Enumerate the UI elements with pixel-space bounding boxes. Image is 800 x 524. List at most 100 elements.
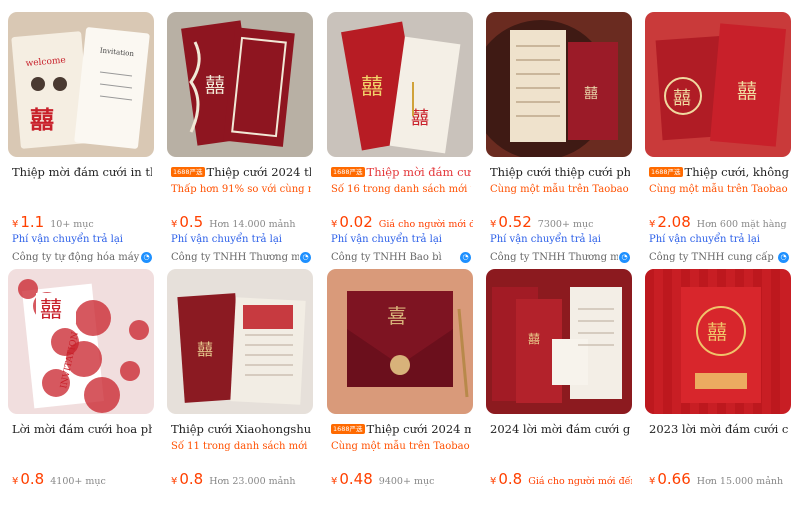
product-title-text: Thiệp mời đám cưới in thiệp [12,165,152,179]
product-title[interactable]: Thiệp mời đám cưới in thiệp [12,163,152,181]
product-card[interactable]: 囍INVITATION Lời mời đám cưới hoa phong ¥0.… [8,269,154,524]
return-shipping-label: Phí vận chuyển trả lại [649,234,760,245]
price-value: 0.8 [20,470,45,488]
svg-text:囍: 囍 [707,320,727,344]
price-value: 0.8 [179,470,204,488]
svg-text:囍: 囍 [528,332,540,346]
sales-count: Hơn 23.000 mảnh [209,476,296,487]
currency-symbol: ¥ [12,476,19,487]
seller-company[interactable]: Công ty TNHH Bao bì [331,250,459,266]
sales-count: 10+ mục [50,219,94,230]
seller-company[interactable]: Công ty TNHH cung cấp đồ [649,250,777,266]
product-card[interactable]: welcome Invitation 囍 Thiệp mời đám cưới in … [8,12,154,267]
product-card[interactable]: 囍 2024 lời mời đám cưới gấp ba ¥0.8 Giá cho… [486,269,632,524]
product-title-text: 2024 lời mời đám cưới gấp ba [490,422,630,436]
currency-symbol: ¥ [649,219,656,230]
product-image[interactable]: 囍 [486,12,632,157]
svg-text:囍: 囍 [30,106,54,134]
product-image[interactable]: 囍 [167,12,313,157]
sales-count: 4100+ mục [50,476,106,487]
sales-count: Giá cho người mới đến [378,219,473,230]
product-card[interactable]: 囍 Thiệp cưới Xiaohongshu cùn Số 11 trong d… [167,269,313,524]
product-highlight: Cùng một mẫu trên Taobao đã bán [649,184,789,195]
product-card[interactable]: 喜 1688严选Thiệp cưới 2024 mẫu t Cùng một mẫu… [327,269,473,524]
product-title-text: Thiệp cưới 2024 mẫu t [366,422,471,436]
price-value: 0.8 [498,470,523,488]
svg-text:囍: 囍 [197,340,213,359]
yanxuan-badge: 1688严选 [331,424,365,434]
product-grid: welcome Invitation 囍 Thiệp mời đám cưới in … [0,0,800,488]
product-image[interactable]: welcome Invitation 囍 [8,12,154,157]
seller-company[interactable]: Công ty tự động hóa máy móc [12,250,140,266]
product-title[interactable]: Lời mời đám cưới hoa phong [12,420,152,438]
product-title[interactable]: 2023 lời mời đám cưới cao cấ [649,420,789,438]
product-title-text: Thiệp cưới, không khí [684,165,789,179]
sales-count: Hơn 15.000 mảnh [696,476,784,487]
chat-icon[interactable]: ◔ [460,252,471,263]
yanxuan-badge: 1688严选 [171,167,205,177]
seller-company[interactable]: Công ty TNHH Thương mại [171,250,299,266]
svg-text:囍: 囍 [673,88,691,109]
product-image[interactable]: 喜 [327,269,473,414]
sales-count: Hơn 14.000 mảnh [209,219,296,230]
return-shipping-label: Phí vận chuyển trả lại [12,234,123,245]
product-title[interactable]: Thiệp cưới thiệp cưới phong c [490,163,630,181]
product-title[interactable]: 2024 lời mời đám cưới gấp ba [490,420,630,438]
sales-count: Giá cho người mới đến [528,476,632,487]
chat-icon[interactable]: ◔ [300,252,311,263]
product-image[interactable]: 囍囍 [645,12,791,157]
currency-symbol: ¥ [490,219,497,230]
product-card[interactable]: 囍囍 1688严选Thiệp mời đám cưới 2 Số 16 trong … [327,12,473,267]
chat-icon[interactable]: ◔ [619,252,630,263]
product-card[interactable]: 囍 2023 lời mời đám cưới cao cấ ¥0.66 Hơn 15… [645,269,791,524]
price-value: 2.08 [657,213,691,231]
price-value: 0.52 [498,213,532,231]
product-title-text: Thiệp cưới Xiaohongshu cùn [171,422,311,436]
currency-symbol: ¥ [490,476,497,487]
price-row: ¥0.52 7300+ mục [490,211,632,233]
product-image[interactable]: 囍 [486,269,632,414]
price-value: 1.1 [20,213,45,231]
currency-symbol: ¥ [331,476,338,487]
currency-symbol: ¥ [331,219,338,230]
product-title[interactable]: 1688严选Thiệp mời đám cưới 2 [331,163,471,181]
sales-count: 7300+ mục [537,219,594,230]
product-title[interactable]: Thiệp cưới Xiaohongshu cùn [171,420,311,438]
chat-icon[interactable]: ◔ [778,252,789,263]
product-highlight: Cùng một mẫu trên Taobao đã bán [490,184,630,195]
price-value: 0.66 [657,470,691,488]
product-title[interactable]: 1688严选Thiệp cưới 2024 thiệp [171,163,311,181]
product-card[interactable]: 囍 Thiệp cưới thiệp cưới phong c Cùng một m… [486,12,632,267]
product-title-text: 2023 lời mời đám cưới cao cấ [649,422,789,436]
yanxuan-badge: 1688严选 [331,167,365,177]
svg-text:喜: 喜 [387,304,407,328]
price-row: ¥0.48 9400+ mục [331,468,473,490]
sales-count: 9400+ mục [378,476,435,487]
price-row: ¥0.5 Hơn 14.000 mảnh [171,211,313,233]
price-value: 0.48 [339,470,373,488]
price-value: 0.5 [179,213,204,231]
yanxuan-badge: 1688严选 [649,167,683,177]
currency-symbol: ¥ [171,476,178,487]
product-card[interactable]: 囍 1688严选Thiệp cưới 2024 thiệp Thấp hơn 91%… [167,12,313,267]
price-row: ¥0.02 Giá cho người mới đến [331,211,473,233]
svg-text:囍: 囍 [205,73,225,97]
seller-company[interactable]: Công ty TNHH Thương mại [490,250,618,266]
svg-text:囍: 囍 [584,86,598,102]
return-shipping-label: Phí vận chuyển trả lại [331,234,442,245]
chat-icon[interactable]: ◔ [141,252,152,263]
product-title[interactable]: 1688严选Thiệp cưới 2024 mẫu t [331,420,471,438]
product-card[interactable]: 囍囍1688严选Thiệp cưới, không khíCùng một mẫ… [645,12,791,267]
product-title-text: Thiệp cưới 2024 thiệp [206,165,311,179]
product-image[interactable]: 囍囍 [327,12,473,157]
product-highlight: Số 16 trong danh sách mới theo [331,184,471,195]
svg-text:囍: 囍 [40,298,62,323]
currency-symbol: ¥ [649,476,656,487]
product-title[interactable]: 1688严选Thiệp cưới, không khí [649,163,789,181]
currency-symbol: ¥ [12,219,19,230]
svg-text:囍: 囍 [737,79,757,103]
price-row: ¥0.8 4100+ mục [12,468,154,490]
product-image[interactable]: 囍 [167,269,313,414]
product-image[interactable]: 囍 [645,269,791,414]
product-image[interactable]: 囍 INVITATION [8,269,154,414]
